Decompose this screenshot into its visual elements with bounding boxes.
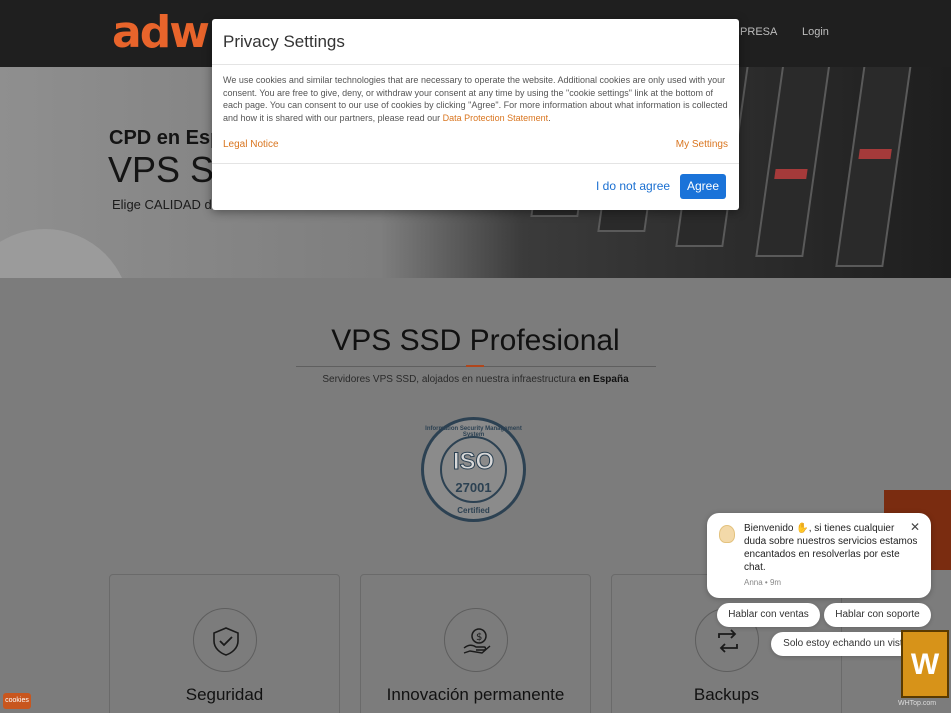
title-divider-accent — [466, 365, 484, 367]
shield-check-icon — [193, 608, 257, 672]
chat-quick-reply-soporte[interactable]: Hablar con soporte — [824, 603, 931, 627]
nav-empresa[interactable]: IPRESA — [737, 26, 777, 38]
whtop-watermark-label: WHTop.com — [898, 700, 937, 707]
chat-message: Bienvenido ✋, si tienes cualquier duda s… — [744, 523, 918, 573]
hero-server-drive — [755, 67, 833, 257]
chat-agent-name: Anna — [744, 578, 763, 587]
hero-eyebrow: CPD en Esp — [109, 127, 223, 149]
dialog-body: We use cookies and similar technologies … — [223, 74, 729, 124]
legal-notice-link[interactable]: Legal Notice — [223, 139, 279, 150]
data-protection-link[interactable]: Data Protection Statement — [443, 113, 549, 123]
decline-button[interactable]: I do not agree — [596, 179, 670, 193]
card-title: Backups — [693, 685, 760, 704]
section-subtitle: Servidores VPS SSD, alojados en nuestra … — [0, 374, 951, 385]
my-settings-link[interactable]: My Settings — [676, 139, 728, 150]
cookie-settings-tab[interactable]: cookies — [3, 693, 31, 709]
agree-button[interactable]: Agree — [680, 174, 726, 199]
card-title: Innovación permanente — [386, 685, 565, 704]
whtop-watermark-logo: W — [901, 630, 949, 698]
chat-meta: Anna • 9m — [744, 578, 782, 587]
svg-text:$: $ — [476, 632, 482, 643]
iso-27001-badge: Information Security Management System I… — [421, 417, 526, 522]
iso-logo: ISO — [452, 448, 495, 476]
agent-avatar — [719, 525, 735, 543]
feature-card-innovacion: $ Innovación permanente — [360, 574, 591, 713]
privacy-settings-dialog: Privacy Settings We use cookies and simi… — [212, 19, 739, 210]
close-icon[interactable]: ✕ — [910, 520, 920, 534]
section-title: VPS SSD Profesional — [331, 324, 620, 357]
dialog-body-end: . — [548, 112, 551, 123]
site-logo[interactable]: adw — [112, 7, 210, 58]
chat-quick-reply-ventas[interactable]: Hablar con ventas — [717, 603, 820, 627]
subtitle-bold: en España — [578, 374, 629, 385]
dialog-divider — [212, 64, 739, 65]
hero-decor-circle — [0, 229, 130, 278]
feature-card-seguridad: Seguridad — [109, 574, 340, 713]
iso-number: 27001 — [455, 480, 492, 495]
logo-text: adw — [112, 7, 210, 58]
subtitle-text: Servidores VPS SSD, alojados en nuestra … — [322, 374, 579, 385]
chat-time: 9m — [769, 578, 782, 587]
nav-login[interactable]: Login — [802, 26, 829, 38]
iso-certified: Certified — [457, 506, 490, 515]
dialog-footer-divider — [212, 163, 739, 164]
chat-welcome-bubble: Bienvenido ✋, si tienes cualquier duda s… — [707, 513, 931, 598]
hero-server-drive — [835, 67, 913, 267]
dialog-title: Privacy Settings — [223, 32, 345, 51]
card-title: Seguridad — [185, 685, 264, 704]
money-bag-hand-icon: $ — [444, 608, 508, 672]
hero-tagline: Elige CALIDAD de — [112, 197, 219, 212]
